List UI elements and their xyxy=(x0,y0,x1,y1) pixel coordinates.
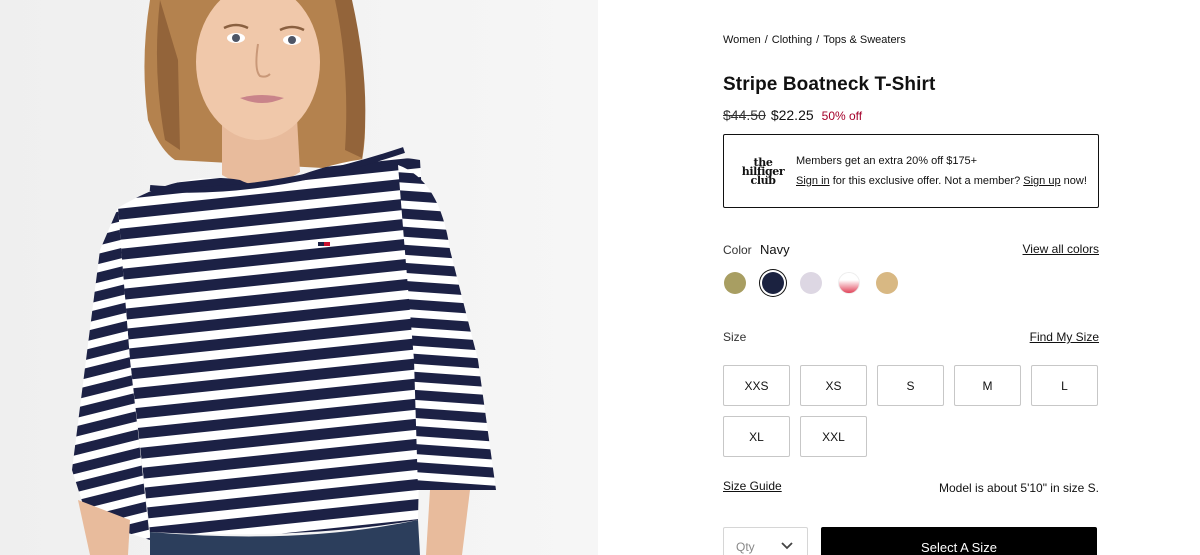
breadcrumb-separator: / xyxy=(764,34,768,46)
size-row: Size Find My Size xyxy=(723,330,1099,344)
breadcrumb-separator: / xyxy=(816,34,820,46)
breadcrumb: Women / Clothing / Tops & Sweaters xyxy=(723,34,906,46)
color-swatch-red-white[interactable] xyxy=(838,272,860,294)
promo-headline: Members get an extra 20% off $175+ xyxy=(796,155,978,167)
color-swatch-olive[interactable] xyxy=(724,272,746,294)
product-image[interactable] xyxy=(0,0,598,555)
price-row: $44.50 $22.25 50% off xyxy=(723,107,862,123)
breadcrumb-tops-sweaters[interactable]: Tops & Sweaters xyxy=(823,34,906,46)
hilfiger-club-logo: the hilfiger club xyxy=(740,157,786,186)
sign-in-link[interactable]: Sign in xyxy=(796,175,830,187)
product-info: Women / Clothing / Tops & Sweaters Stripe Bo… xyxy=(723,0,1100,555)
sale-price: $22.25 xyxy=(770,107,814,123)
quantity-select[interactable]: Qty xyxy=(723,527,808,555)
discount-label: 50% off xyxy=(821,109,863,123)
size-option-xxs[interactable]: XXS xyxy=(723,365,790,406)
member-promo-banner: the hilfiger club Members get an extra 2… xyxy=(723,134,1099,208)
color-row: Color Navy View all colors xyxy=(723,242,1099,257)
original-price: $44.50 xyxy=(723,107,766,123)
chevron-down-icon xyxy=(781,542,793,550)
promo-middle-text: for this exclusive offer. Not a member? xyxy=(832,175,1021,187)
model-photo xyxy=(0,0,598,555)
size-option-l[interactable]: L xyxy=(1031,365,1098,406)
promo-end-text: now! xyxy=(1063,175,1087,187)
size-option-xxl[interactable]: XXL xyxy=(800,416,867,457)
color-swatches xyxy=(724,272,898,294)
find-my-size-link[interactable]: Find My Size xyxy=(1030,330,1099,344)
color-swatch-navy[interactable] xyxy=(762,272,784,294)
promo-subline: Sign in for this exclusive offer. Not a … xyxy=(796,171,1087,191)
view-all-colors-link[interactable]: View all colors xyxy=(1023,242,1099,256)
size-label: Size xyxy=(723,330,747,344)
select-size-button[interactable]: Select A Size xyxy=(821,527,1097,555)
color-swatch-lavender[interactable] xyxy=(800,272,822,294)
size-guide-row: Size Guide Model is about 5'10" in size … xyxy=(723,479,1099,495)
product-title: Stripe Boatneck T-Shirt xyxy=(723,74,936,95)
quantity-placeholder: Qty xyxy=(736,540,755,554)
sign-up-link[interactable]: Sign up xyxy=(1023,175,1060,187)
size-option-xl[interactable]: XL xyxy=(723,416,790,457)
size-guide-link[interactable]: Size Guide xyxy=(723,479,782,493)
size-option-s[interactable]: S xyxy=(877,365,944,406)
promo-text: Members get an extra 20% off $175+ Sign … xyxy=(796,151,1087,191)
breadcrumb-women[interactable]: Women xyxy=(723,34,761,46)
size-option-m[interactable]: M xyxy=(954,365,1021,406)
breadcrumb-clothing[interactable]: Clothing xyxy=(772,34,812,46)
model-size-note: Model is about 5'10" in size S. xyxy=(939,481,1099,495)
selected-color: Navy xyxy=(760,242,790,257)
size-option-xs[interactable]: XS xyxy=(800,365,867,406)
color-label: Color xyxy=(723,243,752,257)
size-options: XXS XS S M L XL XXL xyxy=(723,365,1103,457)
color-swatch-tan[interactable] xyxy=(876,272,898,294)
